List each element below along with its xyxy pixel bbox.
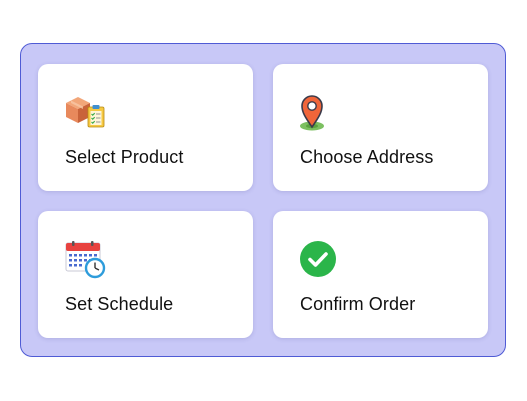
- select-product-card[interactable]: Select Product: [38, 64, 253, 191]
- steps-panel: Select Product Choose Address Set Schedu…: [20, 43, 506, 357]
- set-schedule-card[interactable]: Set Schedule: [38, 211, 253, 338]
- choose-address-label: Choose Address: [300, 147, 434, 167]
- choose-address-card[interactable]: Choose Address: [273, 64, 488, 191]
- select-product-label: Select Product: [65, 147, 184, 167]
- checkmark-circle-icon: [299, 240, 343, 280]
- confirm-order-card[interactable]: Confirm Order: [273, 211, 488, 338]
- calendar-clock-icon: [64, 240, 108, 280]
- confirm-order-label: Confirm Order: [300, 294, 416, 314]
- location-pin-icon: [299, 93, 343, 133]
- box-checklist-icon: [64, 93, 108, 133]
- set-schedule-label: Set Schedule: [65, 294, 174, 314]
